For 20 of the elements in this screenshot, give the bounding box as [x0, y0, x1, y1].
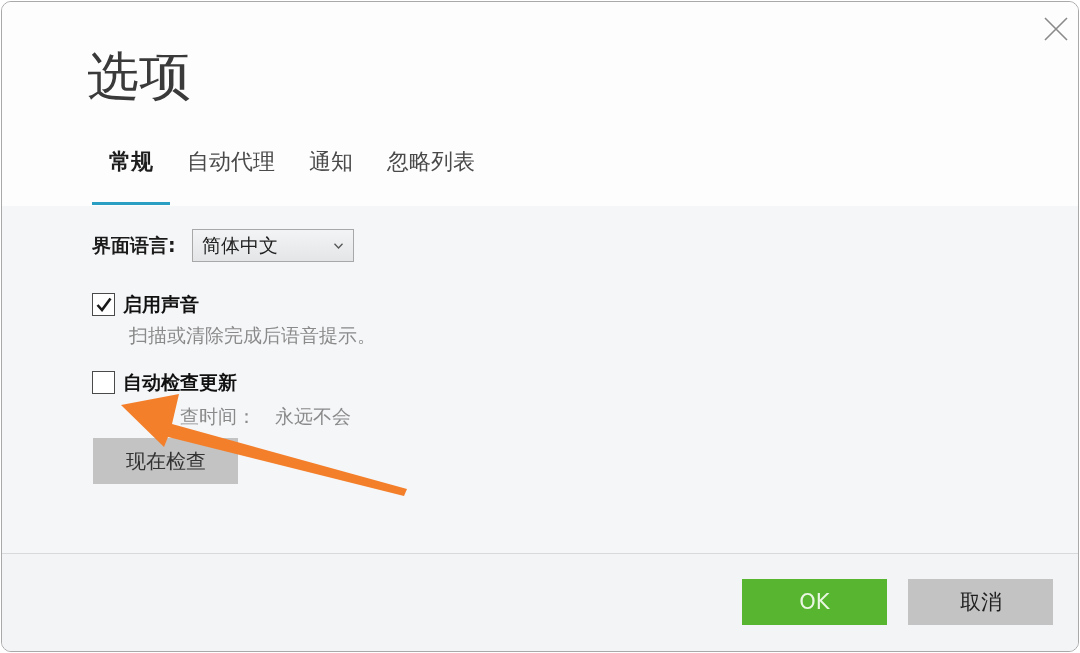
language-label: 界面语言:	[92, 232, 176, 258]
option-label: 启用声音	[123, 293, 199, 316]
status-label: 查时间：	[180, 405, 256, 427]
tab[interactable]: 通知	[292, 149, 370, 205]
close-button[interactable]	[1044, 17, 1068, 41]
option-description: 扫描或清除完成后语音提示。	[128, 324, 376, 346]
dialog-button[interactable]: 取消	[908, 579, 1053, 625]
checkmark-icon	[95, 297, 112, 312]
tab[interactable]: 自动代理	[170, 149, 292, 205]
tab[interactable]: 常规	[92, 149, 170, 205]
language-dropdown[interactable]: 简体中文	[191, 229, 354, 262]
chevron-down-icon	[333, 242, 343, 249]
tab[interactable]: 忽略列表	[370, 149, 492, 205]
dialog-title: 选项	[87, 48, 191, 105]
checkbox[interactable]	[92, 371, 115, 394]
option-label: 自动检查更新	[123, 371, 237, 394]
close-icon	[1044, 17, 1068, 41]
check-now-button[interactable]: 现在检查	[93, 438, 238, 484]
status-value: 永远不会	[275, 405, 351, 427]
checkbox[interactable]	[92, 293, 115, 316]
